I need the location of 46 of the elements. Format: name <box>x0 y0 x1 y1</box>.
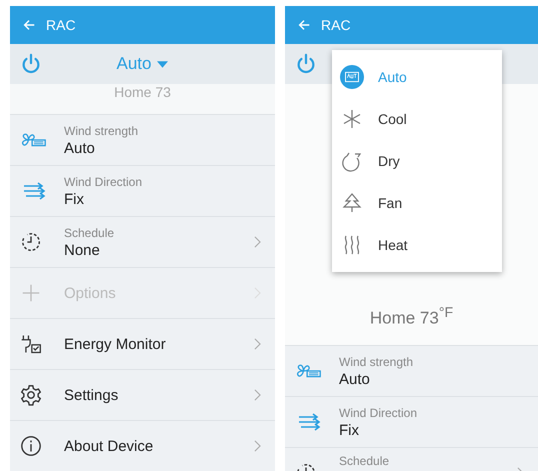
settings-row[interactable]: Settings <box>10 370 275 421</box>
mode-option[interactable]: Heat <box>332 224 502 266</box>
mode-option[interactable]: Cool <box>332 98 502 140</box>
settings-row[interactable]: Schedule None <box>10 217 275 268</box>
setting-value: Auto <box>64 140 96 156</box>
setting-value: Fix <box>64 190 85 208</box>
menu-label: Settings <box>64 386 120 404</box>
plus-icon <box>20 282 42 304</box>
plug-icon <box>20 333 42 355</box>
home-temperature: Home 73$^{°F}$ <box>370 305 454 329</box>
settings-icon <box>20 384 42 406</box>
app-title: RAC <box>46 17 76 33</box>
back-icon[interactable] <box>297 18 311 32</box>
settings-row[interactable]: Energy Monitor <box>10 319 275 370</box>
setting-value: Fix <box>339 422 360 438</box>
info-icon <box>20 435 42 457</box>
power-icon[interactable] <box>20 53 42 75</box>
chevron-icon <box>254 236 261 248</box>
mode-option[interactable]: Fan <box>332 182 502 224</box>
back-icon[interactable] <box>22 18 36 32</box>
setting-label: Wind strength <box>339 354 414 368</box>
menu-label: Options <box>64 284 117 302</box>
settings-row[interactable]: Wind strength Auto <box>10 115 275 166</box>
setting-label: Wind Direction <box>64 174 144 188</box>
chevron-icon <box>254 440 261 452</box>
setting-value: None <box>64 242 101 258</box>
caret-icon <box>157 60 168 68</box>
settings-row[interactable]: Wind strength Auto <box>285 346 538 397</box>
setting-label: Schedule <box>64 226 116 240</box>
menu-label: About Device <box>64 438 154 454</box>
setting-value: Auto <box>339 370 371 388</box>
menu-label: Energy Monitor <box>64 336 167 352</box>
settings-row[interactable]: Wind Direction Fix <box>285 397 538 448</box>
app-title: RAC <box>321 17 351 33</box>
mode-option[interactable]: Dry <box>332 140 502 182</box>
settings-row[interactable]: About Device <box>10 421 275 471</box>
setting-label: Wind strength <box>64 124 140 138</box>
home-temperature: Home 73 <box>114 84 171 100</box>
power-icon[interactable] <box>295 53 317 75</box>
chevron-icon <box>254 389 261 401</box>
settings-row[interactable]: Wind Direction Fix <box>10 166 275 217</box>
setting-label: Schedule <box>339 453 390 468</box>
setting-label: Wind Direction <box>339 406 418 420</box>
clock-icon <box>20 231 42 253</box>
auto-mode-icon <box>340 65 364 89</box>
chevron-icon <box>254 338 261 350</box>
